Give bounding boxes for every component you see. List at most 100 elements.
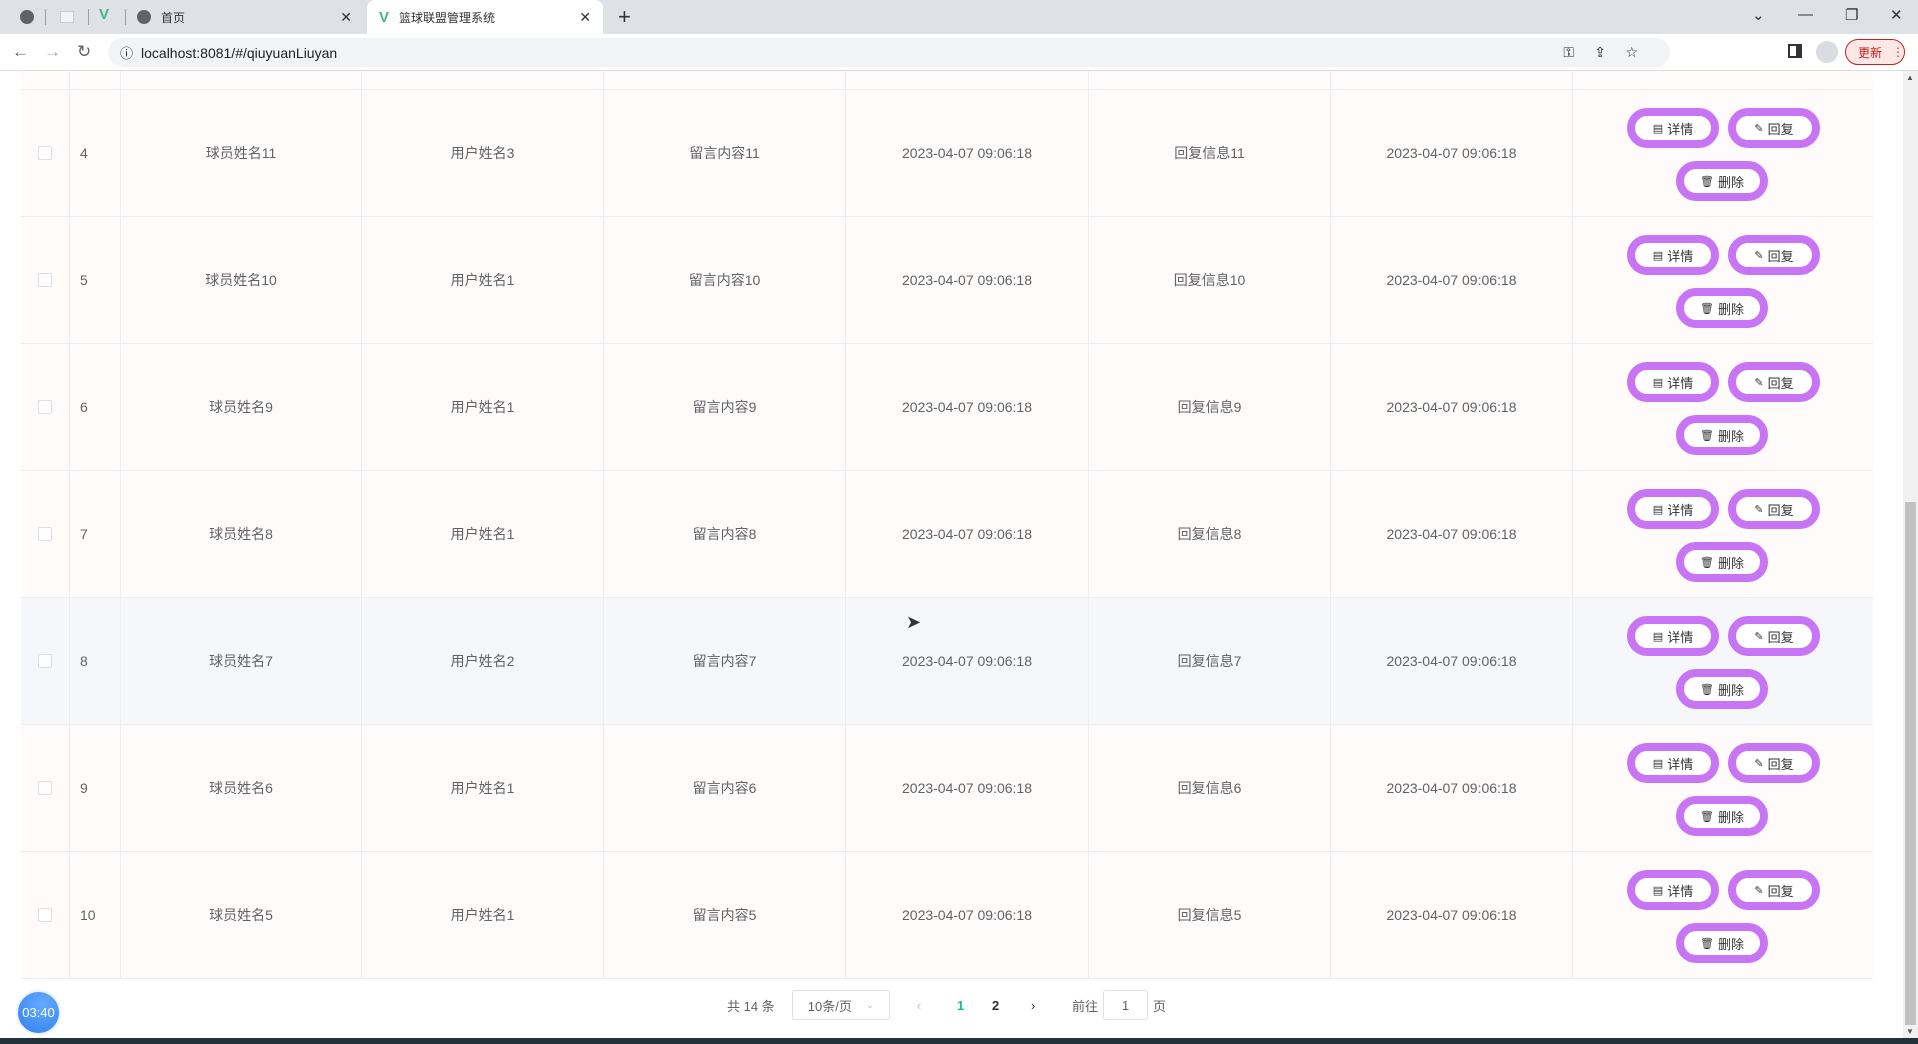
key-icon[interactable]: ⚿	[1563, 44, 1574, 61]
tab-basketball[interactable]: V 篮球联盟管理系统 ✕	[367, 0, 603, 34]
document-icon: ▤	[1652, 884, 1664, 897]
edit-icon: ✎	[1754, 884, 1764, 897]
delete-button[interactable]: 🗑 删除	[1676, 542, 1768, 582]
document-icon: ▤	[1652, 122, 1664, 135]
table-row: 6 球员姓名9 用户姓名1 留言内容9 2023-04-07 09:06:18 回复信息9…	[21, 344, 1873, 471]
document-icon: ▤	[1652, 630, 1664, 643]
page-suffix: 页	[1153, 998, 1167, 1014]
prev-page-button[interactable]: ‹	[917, 990, 921, 1020]
delete-button[interactable]: 🗑 删除	[1676, 161, 1768, 201]
trash-icon: 🗑	[1700, 810, 1714, 823]
url-field[interactable]: ⓘ localhost:8081/#/qiuyuanLiuyan ⚿ ⇪ ☆	[108, 38, 1670, 67]
table-row: 4 球员姓名11 用户姓名3 留言内容11 2023-04-07 09:06:18 回复信…	[21, 90, 1873, 217]
browser-tab-bar: V 首页 ✕ V 篮球联盟管理系统 ✕ + ⌄ — ❐ ✕	[0, 0, 1918, 34]
reply-button[interactable]: ✎ 回复	[1728, 743, 1820, 783]
trash-icon: 🗑	[1700, 302, 1714, 315]
message-content-cell: 留言内容9	[604, 344, 846, 470]
vue-icon: V	[379, 8, 390, 26]
detail-button[interactable]: ▤ 详情	[1627, 743, 1719, 783]
row-checkbox[interactable]	[38, 273, 52, 287]
minimize-button[interactable]: —	[1798, 6, 1813, 23]
message-time-cell: 2023-04-07 09:06:18	[846, 344, 1089, 470]
delete-button[interactable]: 🗑 删除	[1676, 796, 1768, 836]
row-checkbox[interactable]	[38, 400, 52, 414]
tab-home[interactable]: 首页 ✕	[137, 0, 362, 34]
actions-cell: ▤ 详情 ✎ 回复 🗑 删除	[1573, 598, 1873, 724]
address-bar-area: ← → ↻ ⓘ localhost:8081/#/qiuyuanLiuyan ⚿…	[0, 34, 1918, 71]
reply-cell: 回复信息10	[1089, 217, 1331, 343]
close-tab-icon[interactable]: ✕	[579, 9, 591, 26]
message-content-cell: 留言内容7	[604, 598, 846, 724]
reply-button[interactable]: ✎ 回复	[1728, 362, 1820, 402]
page-2[interactable]: 2	[992, 990, 999, 1020]
document-icon: ▤	[1652, 249, 1664, 262]
share-icon[interactable]: ⇪	[1594, 44, 1606, 61]
sidepanel-icon[interactable]	[1788, 44, 1802, 58]
mouse-cursor: ➤	[906, 612, 922, 632]
restore-button[interactable]: ❐	[1845, 6, 1858, 24]
detail-button[interactable]: ▤ 详情	[1627, 235, 1719, 275]
index-cell: 9	[70, 725, 121, 851]
row-checkbox[interactable]	[38, 908, 52, 922]
delete-button[interactable]: 🗑 删除	[1676, 669, 1768, 709]
reply-button[interactable]: ✎ 回复	[1728, 108, 1820, 148]
reply-button[interactable]: ✎ 回复	[1728, 235, 1820, 275]
row-checkbox[interactable]	[38, 527, 52, 541]
detail-button[interactable]: ▤ 详情	[1627, 108, 1719, 148]
update-button[interactable]: 更新 ⋮	[1845, 39, 1905, 65]
user-name-cell: 用户姓名1	[362, 725, 604, 851]
reply-button[interactable]: ✎ 回复	[1728, 870, 1820, 910]
reload-icon[interactable]: ↻	[77, 42, 91, 62]
tab-search-icon[interactable]: ⌄	[1752, 6, 1765, 24]
row-checkbox[interactable]	[38, 781, 52, 795]
close-tab-icon[interactable]: ✕	[340, 9, 352, 26]
reply-time-cell: 2023-04-07 09:06:18	[1331, 852, 1573, 978]
table-row: 10 球员姓名5 用户姓名1 留言内容5 2023-04-07 09:06:18 回复信息…	[21, 852, 1873, 979]
new-tab-button[interactable]: +	[618, 4, 631, 30]
table-row-partial	[21, 71, 1873, 90]
forward-icon[interactable]: →	[44, 42, 61, 62]
info-icon[interactable]: ⓘ	[120, 43, 133, 62]
edit-icon: ✎	[1754, 376, 1764, 389]
profile-avatar[interactable]	[1816, 41, 1838, 63]
next-page-button[interactable]: ›	[1031, 990, 1035, 1020]
scrollbar-thumb[interactable]	[1905, 502, 1916, 1025]
edit-icon: ✎	[1754, 122, 1764, 135]
back-icon[interactable]: ←	[12, 42, 29, 62]
actions-cell: ▤ 详情 ✎ 回复 🗑 删除	[1573, 471, 1873, 597]
document-icon: ▤	[1652, 757, 1664, 770]
row-checkbox[interactable]	[38, 146, 52, 160]
delete-button[interactable]: 🗑 删除	[1676, 923, 1768, 963]
detail-button[interactable]: ▤ 详情	[1627, 362, 1719, 402]
reply-button[interactable]: ✎ 回复	[1728, 616, 1820, 656]
menu-icon: ⋮	[1892, 45, 1904, 59]
page-size-select[interactable]: 10条/页 ⌄	[792, 990, 890, 1020]
trash-icon: 🗑	[1700, 175, 1714, 188]
goto-page-input[interactable]: 1	[1103, 990, 1148, 1020]
detail-button[interactable]: ▤ 详情	[1627, 616, 1719, 656]
reply-time-cell: 2023-04-07 09:06:18	[1331, 344, 1573, 470]
message-time-cell: 2023-04-07 09:06:18	[846, 90, 1089, 216]
delete-button[interactable]: 🗑 删除	[1676, 288, 1768, 328]
globe-icon[interactable]	[20, 10, 34, 24]
timer-badge[interactable]: 03:40	[16, 990, 61, 1035]
reply-button[interactable]: ✎ 回复	[1728, 489, 1820, 529]
edit-icon: ✎	[1754, 503, 1764, 516]
page-icon[interactable]	[60, 11, 74, 23]
detail-button[interactable]: ▤ 详情	[1627, 870, 1719, 910]
detail-button[interactable]: ▤ 详情	[1627, 489, 1719, 529]
page-1[interactable]: 1	[957, 990, 964, 1020]
actions-cell: ▤ 详情 ✎ 回复 🗑 删除	[1573, 217, 1873, 343]
vue-icon[interactable]: V	[99, 6, 109, 23]
reply-cell: 回复信息6	[1089, 725, 1331, 851]
scroll-down-arrow[interactable]: ▼	[1906, 1027, 1914, 1036]
message-content-cell: 留言内容10	[604, 217, 846, 343]
delete-button[interactable]: 🗑 删除	[1676, 415, 1768, 455]
reply-time-cell: 2023-04-07 09:06:18	[1331, 90, 1573, 216]
row-checkbox[interactable]	[38, 654, 52, 668]
close-window-button[interactable]: ✕	[1890, 6, 1903, 24]
vertical-scrollbar[interactable]: ▲ ▼	[1903, 71, 1918, 1038]
select-checkbox-cell	[21, 90, 70, 216]
scroll-up-arrow[interactable]: ▲	[1906, 73, 1914, 82]
star-icon[interactable]: ☆	[1625, 44, 1638, 61]
